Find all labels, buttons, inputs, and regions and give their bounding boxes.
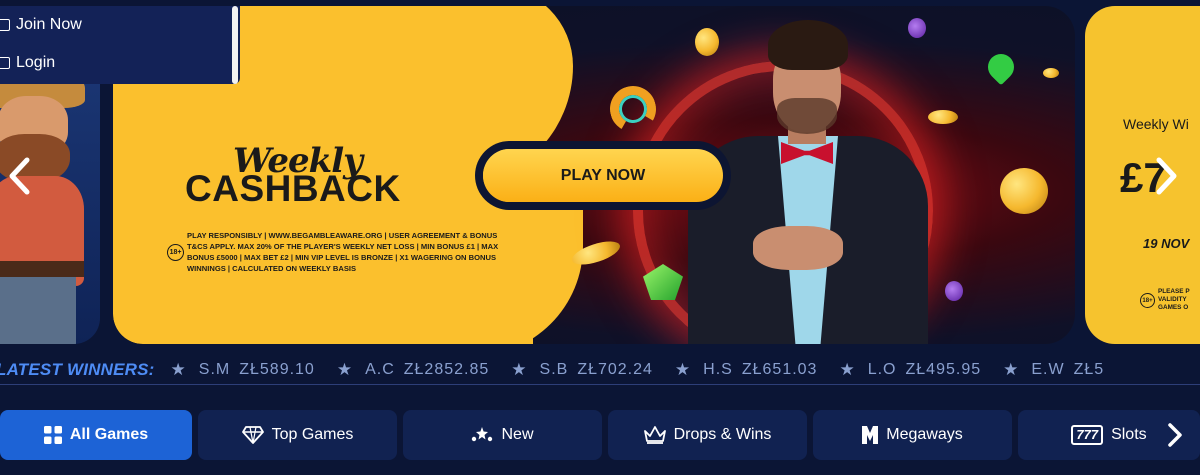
chevron-right-icon (1156, 157, 1177, 195)
sparkle-icon (471, 427, 493, 443)
star-icon: ★ (170, 360, 187, 379)
cowboy-belt-shape (0, 261, 84, 277)
winner-name: H.S (703, 361, 733, 378)
diamond-icon (241, 426, 264, 444)
menu-item-join-now[interactable]: Join Now (0, 10, 225, 40)
man-hair-shape (768, 20, 848, 70)
tab-label: Top Games (271, 426, 354, 443)
tab-megaways[interactable]: Megaways (813, 410, 1012, 460)
winner-entry: ★ H.S ZŁ651.03 (675, 360, 818, 380)
join-icon (0, 19, 10, 31)
winner-entry: ★ S.M ZŁ589.10 (171, 360, 315, 380)
winner-name: L.O (867, 361, 897, 378)
clover-icon (982, 48, 1020, 86)
winner-amount: ZŁ651.03 (741, 361, 818, 378)
tab-all-games[interactable]: All Games (0, 410, 192, 460)
account-menu: Join Now Login (0, 6, 240, 84)
next-slide-subtitle: Weekly Wi (1123, 116, 1189, 132)
slide-disclaimer: PLAY RESPONSIBLY | WWW.BEGAMBLEAWARE.ORG… (187, 231, 499, 273)
age-18-badge: 18+ (1140, 293, 1155, 308)
latest-winners-title: LATEST WINNERS: (0, 360, 155, 379)
winner-entry: ★ E.W ZŁ5 (1003, 360, 1104, 380)
star-icon: ★ (511, 360, 528, 379)
man-beard-shape (777, 98, 837, 134)
tab-drops-wins[interactable]: Drops & Wins (608, 410, 807, 460)
carousel-next-button[interactable] (1148, 154, 1184, 198)
crown-icon (643, 426, 666, 444)
latest-winners-ticker: LATEST WINNERS: ★ S.M ZŁ589.10 ★ A.C ZŁ2… (0, 355, 1200, 385)
star-icon: ★ (336, 360, 354, 379)
chevron-right-icon (1168, 423, 1182, 447)
menu-scrollbar[interactable] (232, 6, 238, 84)
winner-entry: ★ A.C ZŁ2852.85 (337, 360, 489, 380)
tab-top-games[interactable]: Top Games (198, 410, 397, 460)
carousel-prev-button[interactable] (2, 154, 38, 198)
coin-icon (1043, 68, 1059, 78)
winner-amount: ZŁ5 (1073, 361, 1105, 378)
winners-divider (0, 384, 1200, 385)
chevron-left-icon (9, 157, 30, 195)
winner-name: A.C (365, 361, 395, 378)
grid-icon (43, 426, 62, 444)
tab-label: Slots (1111, 426, 1147, 443)
coin-icon (1000, 168, 1048, 214)
coin-icon (928, 110, 958, 124)
winner-entry: ★ S.B ZŁ702.24 (511, 360, 653, 380)
man-hands-shape (753, 226, 843, 270)
tabs-scroll-right-button[interactable] (1160, 420, 1190, 450)
star-icon: ★ (674, 360, 692, 379)
winner-amount: ZŁ702.24 (577, 361, 653, 378)
play-now-button[interactable]: PLAY NOW (483, 149, 723, 202)
winner-name: S.B (539, 361, 569, 378)
main-slide-weekly-cashback: Weekly CASHBACK 18+ PLAY RESPONSIBLY | W… (113, 6, 1075, 344)
tab-label: All Games (69, 426, 149, 443)
grape-icon (908, 18, 926, 38)
slots-777-icon-text: 777 (1071, 425, 1104, 445)
menu-item-login[interactable]: Login (0, 48, 225, 78)
tab-label: Megaways (886, 426, 963, 443)
tab-new[interactable]: New (403, 410, 602, 460)
megaways-icon (862, 426, 879, 444)
winner-amount: ZŁ2852.85 (403, 361, 490, 378)
winner-amount: ZŁ589.10 (239, 361, 315, 378)
menu-item-label: Join Now (16, 16, 82, 33)
coin-icon (695, 28, 719, 56)
tab-label: New (501, 426, 534, 443)
slide-title-cashback: CASHBACK (185, 168, 401, 209)
next-slide-disclaimer: PLEASE P VALIDITY GAMES O (1158, 288, 1190, 311)
login-icon (0, 57, 10, 69)
menu-item-label: Login (16, 54, 56, 71)
winner-name: S.M (198, 361, 231, 378)
grape-icon (945, 281, 963, 301)
winner-entry: ★ L.O ZŁ495.95 (839, 360, 981, 380)
star-icon: ★ (1003, 360, 1020, 379)
cowboy-legs-shape (0, 277, 76, 344)
tab-label: Drops & Wins (673, 426, 772, 443)
horseshoe-icon (604, 80, 662, 138)
next-slide-date: 19 NOV (1143, 236, 1190, 251)
slots-777-icon: 777 (1071, 425, 1104, 445)
star-icon: ★ (839, 360, 856, 379)
age-18-badge: 18+ (167, 244, 184, 261)
winner-name: E.W (1031, 361, 1065, 378)
winner-amount: ZŁ495.95 (905, 361, 982, 378)
